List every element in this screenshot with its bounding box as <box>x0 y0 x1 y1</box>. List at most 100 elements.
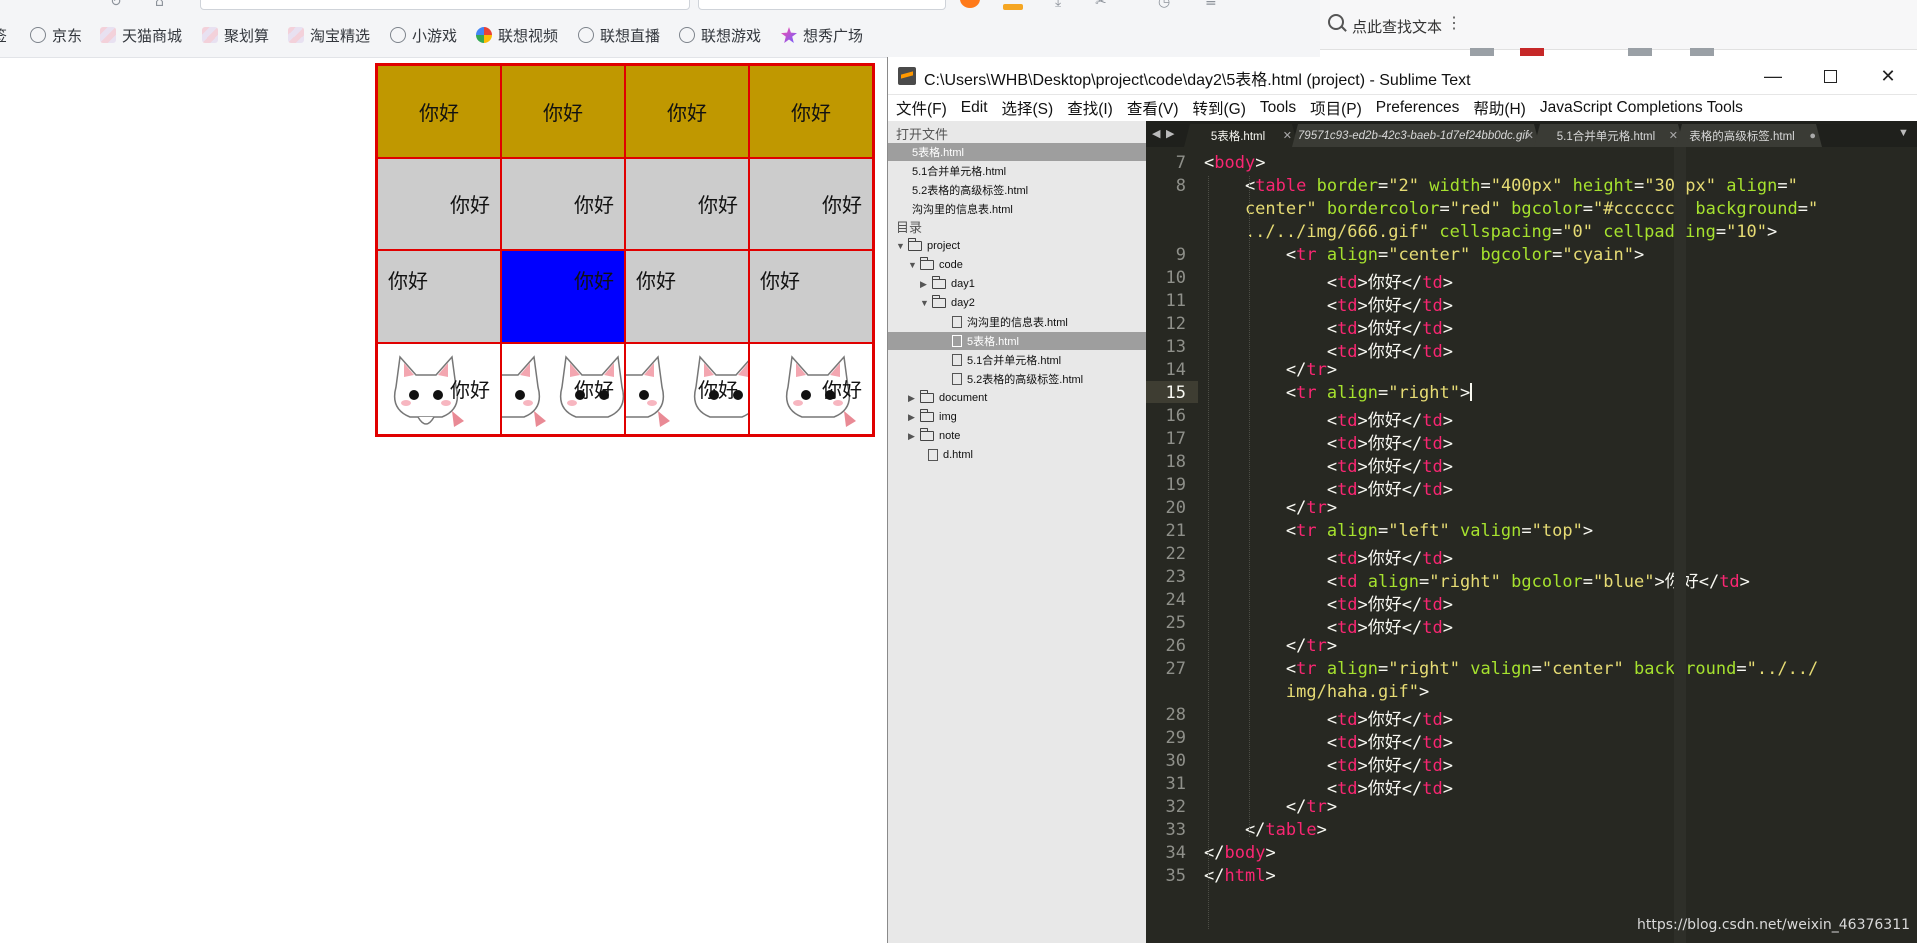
folder-item[interactable]: ▶ img <box>908 408 957 426</box>
minimize-button[interactable]: — <box>1744 57 1802 95</box>
code-line: <body> <box>1204 153 1265 173</box>
unsaved-dot-icon[interactable]: ● <box>1809 130 1816 142</box>
folder-item[interactable]: ▼ code <box>908 256 963 274</box>
bookmark-lenovo-video[interactable]: 联想视频 <box>476 24 558 46</box>
code-line: <td>你好</td> <box>1204 337 1453 362</box>
toolbar-icon[interactable] <box>1520 48 1544 56</box>
search-icon[interactable] <box>1328 14 1344 30</box>
tree-label: day2 <box>951 297 975 309</box>
toolbar-icon[interactable] <box>1470 48 1494 56</box>
extension-icon[interactable] <box>960 0 980 8</box>
search-box[interactable] <box>698 0 946 10</box>
close-tab-icon[interactable]: ✕ <box>1525 129 1534 142</box>
open-file-item[interactable]: 沟沟里的信息表.html <box>888 200 1013 218</box>
line-number: 23 <box>1165 567 1186 587</box>
folder-item[interactable]: ▶ note <box>908 427 960 445</box>
menu-view[interactable]: 查看(V) <box>1127 97 1179 119</box>
maximize-button[interactable] <box>1801 57 1859 95</box>
close-tab-icon[interactable]: ✕ <box>1283 129 1292 142</box>
folder-icon <box>932 276 946 289</box>
tree-label: 5.2表格的高级标签.html <box>967 374 1084 386</box>
bookmark-truncated[interactable]: 签 <box>0 24 7 46</box>
code-token: < <box>1204 319 1338 339</box>
code-token: td <box>1337 756 1358 776</box>
menu-project[interactable]: 项目(P) <box>1310 97 1362 119</box>
download-icon[interactable]: ⤓ <box>1055 0 1061 10</box>
menu-edit[interactable]: Edit <box>961 99 988 117</box>
open-file-item[interactable]: 5表格.html <box>888 143 1146 161</box>
refresh-icon[interactable]: ↻ <box>110 0 122 10</box>
code-token: = <box>1439 199 1450 219</box>
code-token: > <box>1316 820 1327 840</box>
file-item[interactable]: 5.1合并单元格.html <box>952 351 1061 369</box>
vertical-scrollbar[interactable] <box>1674 147 1686 943</box>
find-text-button[interactable]: 点此查找文本 <box>1352 16 1442 37</box>
cut-icon[interactable]: ✂ <box>1095 0 1107 10</box>
folder-item[interactable]: ▼ project <box>896 237 960 255</box>
menu-file[interactable]: 文件(F) <box>896 97 947 119</box>
open-file-item[interactable]: 5.1合并单元格.html <box>888 162 1006 180</box>
code-line: <td>你好</td> <box>1204 406 1453 431</box>
tab-list-icon[interactable]: ▼ <box>1898 127 1909 139</box>
tab-prev-icon[interactable]: ◀ <box>1152 127 1160 140</box>
tab-next-icon[interactable]: ▶ <box>1166 127 1174 140</box>
line-number: 35 <box>1165 866 1186 886</box>
close-tab-icon[interactable]: ✕ <box>1669 129 1678 142</box>
menu-icon[interactable]: ≡ <box>1205 0 1217 10</box>
toolbar-icon[interactable] <box>1690 48 1714 56</box>
code-token: > <box>1442 595 1453 615</box>
menu-selection[interactable]: 选择(S) <box>1002 97 1054 119</box>
folder-item[interactable]: ▼ day2 <box>920 294 975 312</box>
code-token: td <box>1337 434 1358 454</box>
more-icon[interactable]: ⋮ <box>1446 13 1462 33</box>
bookmark-games[interactable]: 小游戏 <box>390 24 457 46</box>
tab-advanced-tags[interactable]: 表格的高级标签.html ● <box>1676 124 1822 147</box>
bookmark-juhuasuan[interactable]: 聚划算 <box>202 24 269 46</box>
line-number: 20 <box>1165 498 1186 518</box>
menu-tools[interactable]: Tools <box>1260 99 1296 117</box>
table-cell: 你好 <box>377 65 501 158</box>
code-token: > <box>1634 245 1645 265</box>
bookmark-xiangxiu[interactable]: 想秀广场 <box>781 24 863 46</box>
code-editor[interactable]: 7 8 9 10 11 12 13 14 15 16 17 18 19 20 21 22 23 24 25 26 27 2… <box>1146 147 1917 943</box>
code-token: < <box>1204 342 1338 362</box>
menu-preferences[interactable]: Preferences <box>1376 99 1460 117</box>
code-token: = <box>1378 383 1389 403</box>
menu-goto[interactable]: 转到(G) <box>1193 97 1246 119</box>
code-token: body <box>1224 843 1266 863</box>
file-item[interactable]: 5.2表格的高级标签.html <box>952 370 1083 388</box>
folders-header: 目录 <box>896 220 923 235</box>
tab-gif[interactable]: 79571c93-ed2b-42c3-baeb-1d7ef24bb0dc.gif… <box>1292 124 1540 147</box>
tab-merge-cells[interactable]: 5.1合并单元格.html ✕ <box>1534 124 1684 147</box>
code-token: table <box>1265 820 1317 840</box>
open-file-item[interactable]: 5.2表格的高级标签.html <box>888 181 1028 199</box>
file-item[interactable]: 沟沟里的信息表.html <box>952 313 1068 331</box>
menu-help[interactable]: 帮助(H) <box>1473 97 1526 119</box>
code-token: "../../ <box>1746 659 1819 679</box>
menu-find[interactable]: 查找(I) <box>1067 97 1113 119</box>
history-icon[interactable]: ◷ <box>1158 0 1170 10</box>
brand-icon <box>288 27 304 43</box>
bookmark-lenovo-live[interactable]: 联想直播 <box>578 24 660 46</box>
bookmark-jd[interactable]: 京东 <box>30 24 82 46</box>
bookmark-taobao[interactable]: 淘宝精选 <box>288 24 370 46</box>
code-token: > <box>1265 843 1276 863</box>
tab-5-table[interactable]: 5表格.html ✕ <box>1184 124 1298 147</box>
bookmark-tmall[interactable]: 天猫商城 <box>100 24 182 46</box>
extension-icon[interactable] <box>1003 4 1023 10</box>
close-button[interactable]: ✕ <box>1859 57 1917 95</box>
file-item[interactable]: 5表格.html <box>888 332 1146 350</box>
toolbar-icon[interactable] <box>1628 48 1652 56</box>
file-item[interactable]: d.html <box>928 446 973 464</box>
bookmark-lenovo-games[interactable]: 联想游戏 <box>679 24 761 46</box>
code-token: "right" <box>1429 572 1501 592</box>
folder-item[interactable]: ▶ day1 <box>920 275 975 293</box>
code-token: "center" <box>1541 659 1624 679</box>
home-icon[interactable]: ⌂ <box>155 0 164 10</box>
menu-js-completions[interactable]: JavaScript Completions Tools <box>1540 99 1743 117</box>
address-bar[interactable] <box>200 0 690 10</box>
folder-item[interactable]: ▶ document <box>908 389 987 407</box>
